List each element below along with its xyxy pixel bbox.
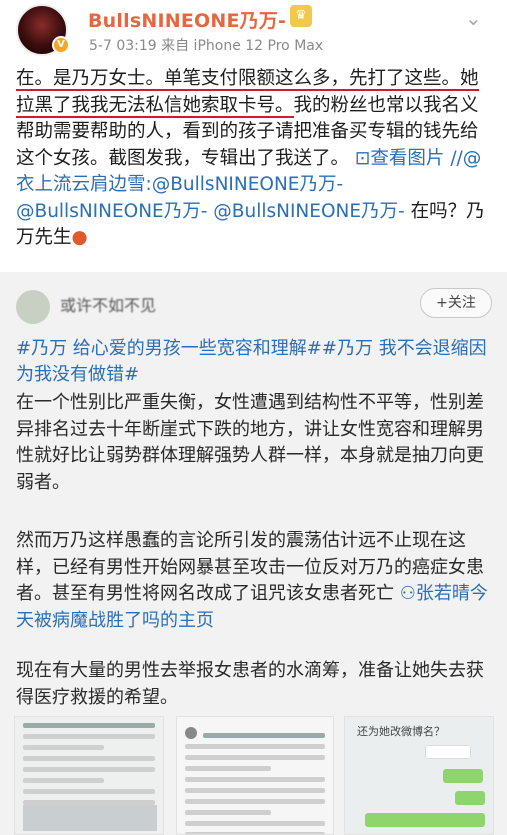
thumbnail-avatar <box>185 727 197 739</box>
paragraph-3: 现在有大量的男性去举报女患者的水滴筹，准备让她失去获得医疗救援的希望。 <box>16 660 484 708</box>
repost-username[interactable]: 或许不如不见 <box>60 292 156 316</box>
chat-bubble <box>443 769 483 783</box>
paragraph-1: 在一个性别比严重失衡，女性遭遇到结构性不平等，性别差异排名过去十年断崖式下跌的地… <box>16 392 484 493</box>
post-meta: 5-7 03:19 来自 iPhone 12 Pro Max <box>89 38 324 54</box>
chat-bubble <box>365 813 485 827</box>
chevron-down-icon[interactable]: ⌄ <box>465 6 482 30</box>
weibo-post: V BullsNINEONE乃万- ♛ 5-7 03:19 来自 iPhone … <box>0 0 507 270</box>
thumbnail-1[interactable] <box>14 716 164 835</box>
thumbnail-3[interactable]: 还为她改微博名？ <box>344 716 494 835</box>
paragraph-2: 然而万乃这样愚蠢的言论所引发的震荡估计远不止现在这样，已经有男性开始网暴甚至攻击… <box>16 528 494 634</box>
post-text: 在。是乃万女士。单笔支付限额这么多，先打了这些。她拉黑了我我无法私信她索取卡号。… <box>16 66 494 252</box>
verified-badge-icon: V <box>52 36 70 54</box>
vip-crown-icon: ♛ <box>290 5 312 27</box>
follow-button[interactable]: +关注 <box>420 288 492 318</box>
hashtag-links[interactable]: #乃万 给心爱的男孩一些宽容和理解##乃万 我不会退缩因为我没有做错# <box>16 336 494 388</box>
view-image-link[interactable]: ⊡查看图片 <box>355 148 445 169</box>
chat-bubble <box>425 745 471 759</box>
emoji-icon: ● <box>71 227 88 248</box>
thumbnail-2[interactable] <box>176 716 334 835</box>
post-username[interactable]: BullsNINEONE乃万- <box>88 6 286 33</box>
chat-bubble <box>455 791 485 805</box>
thumbnail-image-block <box>23 805 157 831</box>
repost-avatar[interactable] <box>16 290 50 324</box>
view-image-label: 查看图片 <box>370 147 445 169</box>
thumbnail-question: 还为她改微博名？ <box>357 725 445 738</box>
image-thumbnails: 还为她改微博名？ <box>14 716 494 835</box>
